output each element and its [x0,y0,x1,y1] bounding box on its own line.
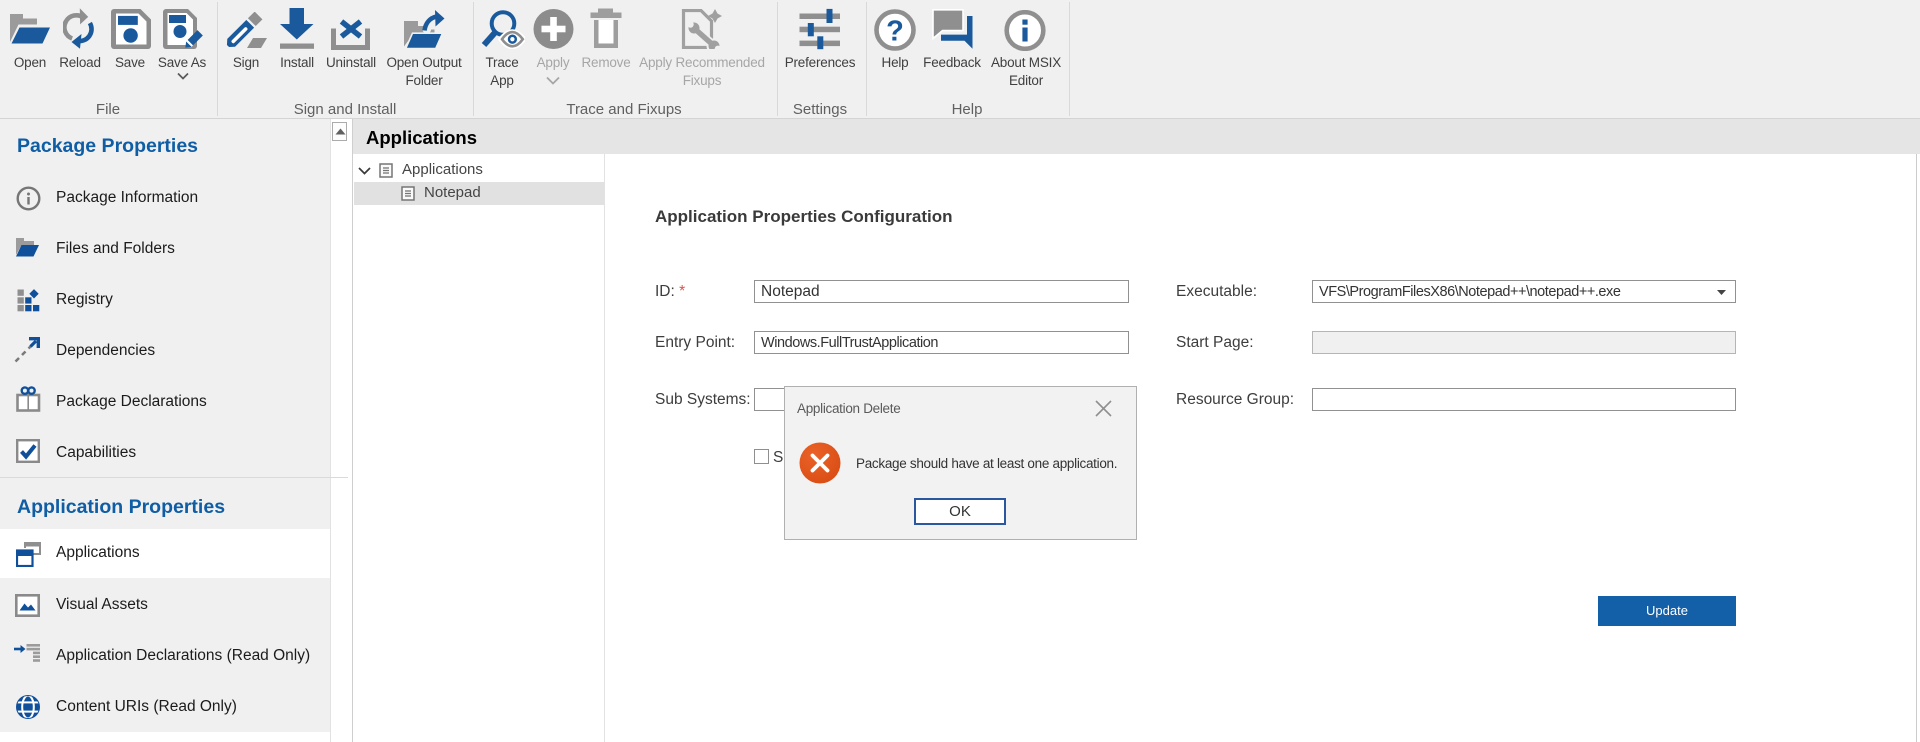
svg-text:?: ? [886,16,904,48]
